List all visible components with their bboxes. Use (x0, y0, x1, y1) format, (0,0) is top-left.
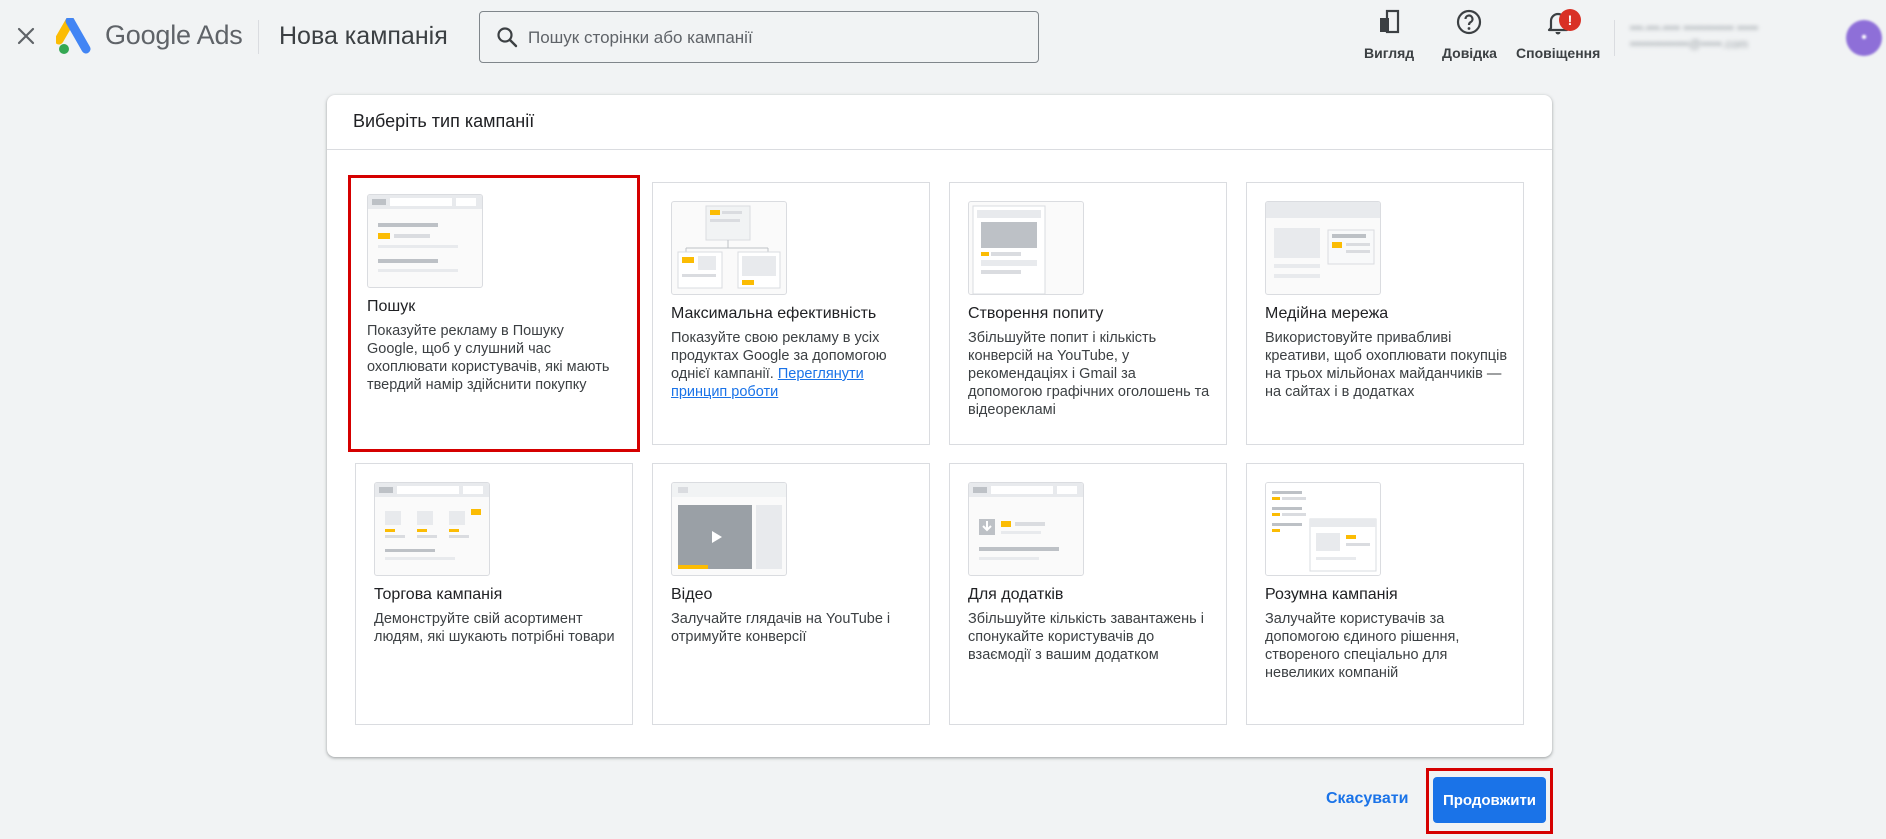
search-icon (496, 26, 518, 53)
card-title: Максимальна ефективність (671, 305, 877, 322)
card-description: Демонструйте свій асортимент людям, які … (374, 611, 615, 645)
view-icon (1375, 8, 1403, 41)
card-title: Створення попиту (968, 305, 1104, 322)
notifications-label: Сповіщення (1516, 45, 1601, 61)
header-divider (258, 20, 259, 54)
search-illustration-icon (367, 194, 483, 288)
help-label: Довідка (1442, 45, 1497, 61)
top-bar: Google Ads Нова кампанія Вигляд Довідка … (0, 0, 1886, 76)
app-illustration-icon (968, 482, 1084, 576)
search-box[interactable] (479, 11, 1039, 63)
card-description: Збільшуйте попит і кількість конверсій н… (968, 330, 1210, 418)
help-icon (1455, 8, 1483, 41)
card-description: Показуйте рекламу в Пошуку Google, щоб у… (367, 323, 610, 393)
account-info[interactable]: •••-•••-•••• •••••••••••• ••••• ••••••••… (1630, 20, 1826, 52)
panel-divider (327, 149, 1552, 150)
avatar[interactable]: • (1846, 20, 1882, 56)
view-label: Вигляд (1364, 45, 1415, 61)
panel-title: Виберіть тип кампанії (353, 111, 535, 131)
campaign-card-display[interactable]: Медійна мережа Використовуйте привабливі… (1246, 182, 1524, 445)
continue-button[interactable]: Продовжити (1433, 777, 1546, 823)
campaign-card-search[interactable]: Пошук Показуйте рекламу в Пошуку Google,… (348, 175, 640, 452)
page-title: Нова кампанія (279, 22, 448, 50)
card-description: Використовуйте привабливі креативи, щоб … (1265, 330, 1508, 400)
campaign-card-performance-max[interactable]: Максимальна ефективність Показуйте свою … (652, 182, 930, 445)
campaign-card-smart[interactable]: Розумна кампанія Залучайте користувачів … (1246, 463, 1524, 725)
header-divider-right (1614, 20, 1615, 56)
notifications-button[interactable]: ! Сповіщення (1516, 8, 1600, 61)
help-button[interactable]: Довідка (1442, 8, 1497, 61)
smart-illustration-icon (1265, 482, 1381, 576)
demand-gen-illustration-icon (968, 201, 1084, 295)
google-ads-logo-icon (54, 16, 96, 56)
display-illustration-icon (1265, 201, 1381, 295)
account-id: •••-•••-•••• •••••••••••• ••••• (1630, 21, 1759, 35)
view-button[interactable]: Вигляд (1364, 8, 1414, 61)
campaign-card-video[interactable]: Відео Залучайте глядачів на YouTube і от… (652, 463, 930, 725)
campaign-type-panel: Виберіть тип кампанії Пошук Показуйте ре… (327, 95, 1552, 757)
continue-highlight: Продовжити (1426, 768, 1553, 834)
card-description: Збільшуйте кількість завантажень і спону… (968, 611, 1204, 663)
card-title: Медійна мережа (1265, 305, 1389, 322)
performance-max-illustration-icon (671, 201, 787, 295)
card-title: Пошук (367, 298, 416, 315)
card-description: Залучайте глядачів на YouTube і отримуйт… (671, 611, 891, 645)
card-title: Розумна кампанія (1265, 586, 1398, 603)
campaign-card-demand-gen[interactable]: Створення попиту Збільшуйте попит і кіль… (949, 182, 1227, 445)
campaign-card-shopping[interactable]: Торгова кампанія Демонструйте свій асорт… (355, 463, 633, 725)
card-description: Залучайте користувачів за допомогою єдин… (1265, 611, 1460, 681)
card-title: Для додатків (968, 586, 1064, 603)
search-input[interactable] (526, 24, 1020, 52)
cancel-button[interactable]: Скасувати (1326, 790, 1408, 808)
card-description: Показуйте свою рекламу в усіх продуктах … (671, 329, 916, 401)
video-illustration-icon (671, 482, 787, 576)
card-title: Відео (671, 586, 713, 603)
shopping-illustration-icon (374, 482, 490, 576)
close-icon[interactable] (12, 22, 40, 50)
card-title: Торгова кампанія (374, 586, 503, 603)
notification-badge: ! (1559, 9, 1581, 31)
account-email: ••••••••••••••@•••••.com (1630, 37, 1749, 51)
brand-name: Google Ads (105, 20, 243, 50)
campaign-card-app[interactable]: Для додатків Збільшуйте кількість завант… (949, 463, 1227, 725)
